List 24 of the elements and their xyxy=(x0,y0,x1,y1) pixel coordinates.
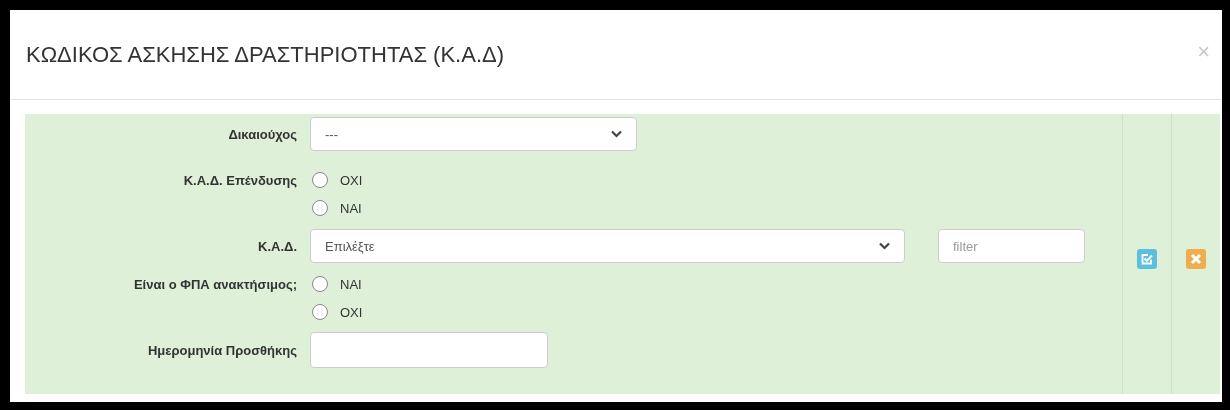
filter-field[interactable]: filter xyxy=(938,229,1085,263)
field-label: Δικαιούχος xyxy=(227,126,297,142)
checkbox-icon xyxy=(1140,252,1154,266)
radio-button[interactable] xyxy=(312,172,328,188)
caret-icon xyxy=(879,242,890,250)
close-icon xyxy=(1190,253,1202,265)
option-label: ΟΧΙ xyxy=(340,304,363,320)
field-label: Είναι ο ΦΠΑ ανακτήσιμος; xyxy=(132,276,297,292)
dropdown[interactable]: --- xyxy=(310,117,637,151)
dialog-title: ΚΩΔΙΚΟΣ ΑΣΚΗΣΗΣ ΔΡΑΣΤΗΡΙΟΤΗΤΑΣ (Κ.Α.Δ) xyxy=(26,41,505,68)
field-label: Κ.Α.Δ. Επένδυσης xyxy=(182,172,297,188)
caret-icon xyxy=(611,130,622,138)
radio-button[interactable] xyxy=(312,200,328,216)
dropdown[interactable]: Επιλέξτε xyxy=(310,229,905,263)
field-label: Ημερομηνία Προσθήκης xyxy=(146,342,297,358)
option-label: ΝΑΙ xyxy=(340,200,362,216)
radio-button[interactable] xyxy=(312,276,328,292)
option-label: ΟΧΙ xyxy=(340,172,363,188)
radio-button[interactable] xyxy=(312,304,328,320)
cancel-button[interactable] xyxy=(1186,249,1206,269)
confirm-button[interactable] xyxy=(1137,249,1157,269)
field-label: Κ.Α.Δ. xyxy=(257,238,297,254)
option-label: ΝΑΙ xyxy=(340,276,362,292)
date-field[interactable] xyxy=(310,332,548,368)
